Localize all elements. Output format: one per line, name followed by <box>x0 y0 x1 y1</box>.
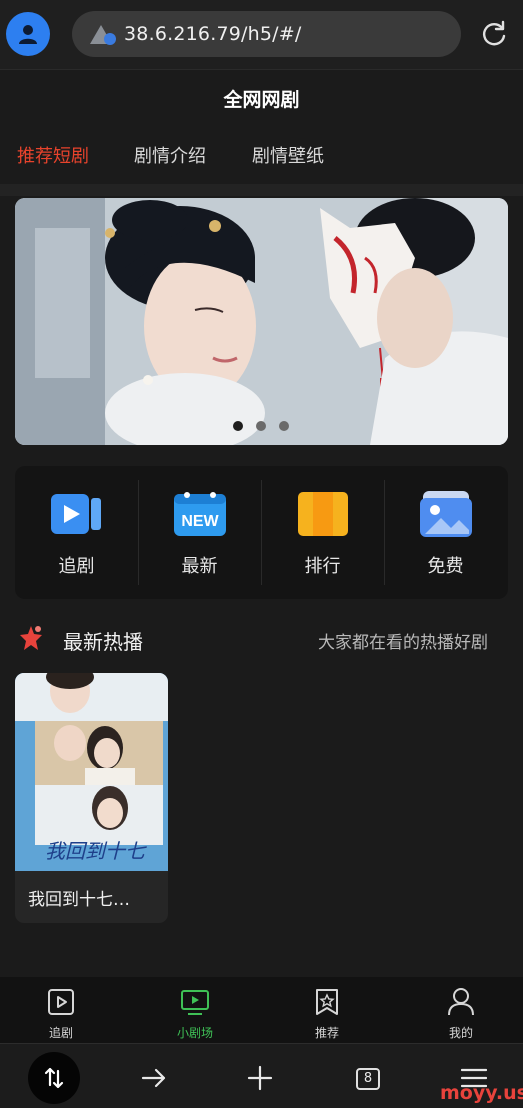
watermark: moyy.us <box>440 1082 523 1104</box>
nav-label: 追剧 <box>48 1026 73 1040</box>
tab-recommended[interactable]: 推荐短剧 <box>17 142 89 168</box>
ranking-book-icon <box>298 492 348 536</box>
svg-text:我回到十七: 我回到十七 <box>45 839 147 863</box>
swap-tabs-button[interactable] <box>28 1052 80 1104</box>
category-grid: 追剧 NEW 最新 排行 免费 <box>15 466 508 599</box>
category-free[interactable]: 免费 <box>384 466 507 599</box>
category-newest[interactable]: NEW 最新 <box>138 466 261 599</box>
nav-item-mine[interactable]: 我的 <box>396 977 523 1043</box>
drama-title: 我回到十七… <box>28 890 130 910</box>
nav-label: 小剧场 <box>176 1026 213 1040</box>
section-title: 最新热播 <box>63 630 143 654</box>
new-tab-button[interactable] <box>234 1052 286 1104</box>
top-tabs: 推荐短剧 剧情介绍 剧情壁纸 <box>0 142 523 172</box>
tab-wallpapers[interactable]: 剧情壁纸 <box>252 142 324 168</box>
svg-text:NEW: NEW <box>181 513 219 530</box>
tv-screen-icon <box>181 990 209 1015</box>
app-bottom-nav: 追剧 小剧场 推荐 我的 <box>0 977 523 1043</box>
section-subtitle[interactable]: 大家都在看的热播好剧 <box>318 628 488 653</box>
nav-label: 我的 <box>448 1026 473 1040</box>
category-label: 排行 <box>304 556 341 577</box>
nav-label: 推荐 <box>314 1026 339 1040</box>
person-icon <box>448 988 474 1016</box>
profile-button[interactable] <box>6 12 50 56</box>
category-label: 最新 <box>181 556 218 577</box>
divider <box>0 184 523 196</box>
nav-item-recommend[interactable]: 推荐 <box>262 977 392 1043</box>
carousel-dot[interactable] <box>233 421 243 431</box>
address-bar[interactable]: 38.6.216.79/h5/#/ <box>72 11 461 57</box>
insecure-warning-icon <box>90 25 116 45</box>
play-video-icon <box>51 494 101 534</box>
category-follow[interactable]: 追剧 <box>15 466 138 599</box>
nav-item-theater[interactable]: 小剧场 <box>130 977 260 1043</box>
tab-plot-intro[interactable]: 剧情介绍 <box>134 142 206 168</box>
banner-carousel[interactable] <box>15 198 508 445</box>
drama-card[interactable]: 我回到十七 我回到十七… <box>15 673 168 923</box>
swap-icon <box>44 1067 64 1089</box>
carousel-dot[interactable] <box>256 421 266 431</box>
user-icon <box>19 25 37 44</box>
plus-icon <box>247 1065 273 1091</box>
category-label: 免费 <box>427 556 464 577</box>
tab-switcher-button[interactable]: 8 <box>356 1068 380 1090</box>
page: 38.6.216.79/h5/#/ 全网网剧 推荐短剧 剧情介绍 剧情壁纸 追剧… <box>0 0 523 1108</box>
play-square-icon <box>48 989 74 1015</box>
forward-button[interactable] <box>128 1052 180 1104</box>
drama-poster: 我回到十七 <box>15 673 168 871</box>
banner-image <box>15 198 508 445</box>
carousel-dot[interactable] <box>279 421 289 431</box>
hot-star-icon <box>20 626 42 650</box>
reload-icon[interactable] <box>480 20 508 48</box>
bookmark-star-icon <box>316 989 338 1015</box>
page-title: 全网网剧 <box>223 89 300 111</box>
browser-toolbar: 38.6.216.79/h5/#/ <box>0 0 523 70</box>
arrow-right-icon <box>141 1068 166 1088</box>
nav-item-follow[interactable]: 追剧 <box>0 977 126 1043</box>
url-text: 38.6.216.79/h5/#/ <box>124 23 302 45</box>
category-ranking[interactable]: 排行 <box>261 466 384 599</box>
new-badge-icon: NEW <box>174 492 226 536</box>
picture-gallery-icon <box>420 491 472 537</box>
category-label: 追剧 <box>58 556 95 577</box>
